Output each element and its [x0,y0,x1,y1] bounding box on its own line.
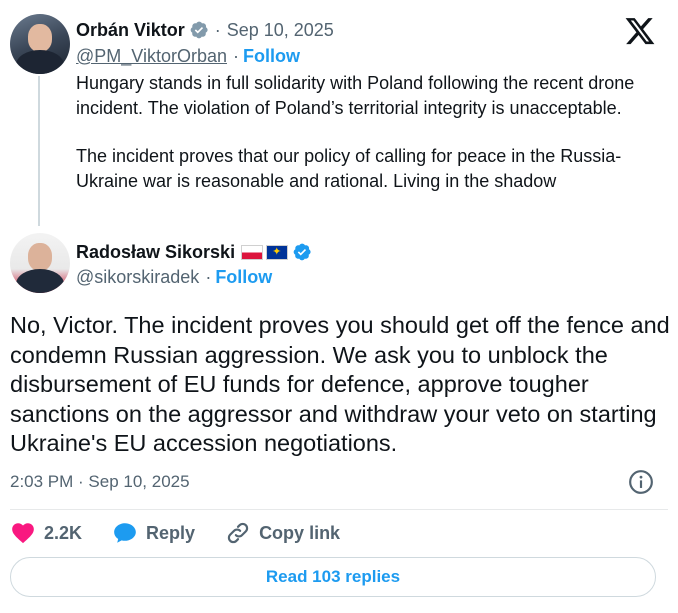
link-icon [227,522,249,544]
parent-tweet-header: Orbán Viktor · Sep 10, 2025 [76,18,334,42]
reply-tweet-text[interactable]: No, Victor. The incident proves you shou… [10,311,670,459]
copy-link-label: Copy link [259,522,341,543]
like-count: 2.2K [44,522,83,543]
heart-icon [12,523,34,544]
separator-dot: · [233,46,239,66]
parent-author-handle[interactable]: @PM_ViktorOrban [76,46,227,67]
parent-tweet-subheader: @PM_ViktorOrban · Follow [76,46,300,67]
reply-tweet-header: Radosław Sikorski [76,240,312,264]
embedded-tweet-card: Orbán Viktor · Sep 10, 2025 @PM_ViktorOr… [0,0,678,613]
reply-author-handle[interactable]: @sikorskiradek [76,267,199,288]
parent-author-name[interactable]: Orbán Viktor [76,20,185,41]
x-logo-icon[interactable] [624,15,656,47]
separator-dot: · [214,19,221,40]
eu-flag-icon [266,244,289,260]
reply-tweet-timestamp[interactable]: 2:03 PM · Sep 10, 2025 [10,472,190,492]
read-replies-button[interactable]: Read 103 replies [10,557,656,597]
follow-sikorski-button[interactable]: Follow [215,267,272,288]
reply-tweet-subheader: @sikorskiradek · Follow [76,267,272,288]
thread-connector-line [38,76,40,226]
parent-tweet-date[interactable]: Sep 10, 2025 [227,20,334,41]
separator-dot: · [205,267,212,287]
follow-orban-button[interactable]: Follow [243,46,300,67]
parent-tweet-text[interactable]: Hungary stands in full solidarity with P… [76,71,656,193]
tweet-actions-bar: 2.2K Reply Copy link [10,518,370,548]
reply-author-name[interactable]: Radosław Sikorski [76,242,235,263]
avatar-sikorski[interactable] [10,233,70,293]
poland-flag-icon [241,244,264,260]
reply-button[interactable]: Reply [112,520,195,546]
speech-bubble-icon [114,523,136,543]
parent-tweet-paragraph: The incident proves that our policy of c… [76,146,622,191]
copy-link-button[interactable]: Copy link [225,520,340,546]
divider [10,509,668,510]
reply-label: Reply [146,522,196,543]
info-icon[interactable] [628,469,654,495]
like-button[interactable]: 2.2K [10,520,82,546]
verified-badge-icon [190,21,208,39]
verified-badge-icon [293,243,311,261]
parent-tweet-paragraph: Hungary stands in full solidarity with P… [76,73,635,118]
avatar-orban[interactable] [10,14,70,74]
